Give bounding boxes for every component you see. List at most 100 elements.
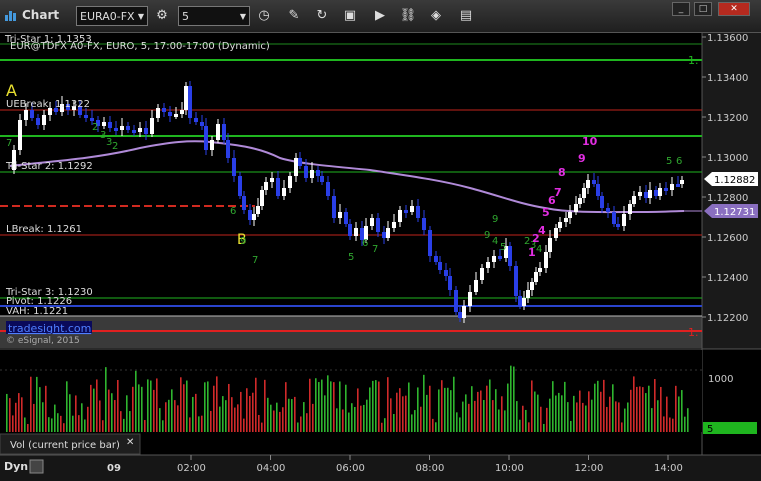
volume-bar: [657, 400, 659, 432]
candle-body: [680, 180, 684, 184]
close-button[interactable]: ✕: [718, 2, 750, 16]
volume-tick: 1000: [708, 374, 733, 385]
volume-bar: [603, 379, 605, 432]
refresh-icon[interactable]: ↻: [312, 6, 332, 26]
volume-bar: [201, 415, 203, 432]
quote-icon[interactable]: ▣: [340, 6, 360, 26]
volume-bar: [207, 381, 209, 432]
volume-bar: [396, 392, 398, 432]
candle-body: [398, 210, 402, 222]
candle-body: [492, 256, 496, 262]
candle-body: [404, 210, 408, 213]
candle-body: [434, 256, 438, 262]
volume-bar: [660, 386, 662, 432]
volume-bar: [555, 395, 557, 432]
volume-bar: [135, 370, 137, 432]
volume-bar: [198, 416, 200, 432]
volume-bar: [564, 381, 566, 432]
volume-bar: [474, 400, 476, 432]
volume-bar: [225, 400, 227, 432]
interval-input[interactable]: 5 ▼: [178, 6, 250, 26]
candle-body: [638, 192, 642, 196]
candle-body: [102, 122, 106, 126]
symbol-input[interactable]: EURA0-FX ▼: [76, 6, 148, 26]
volume-bar: [165, 402, 167, 432]
time-tick-label: 06:00: [336, 463, 365, 474]
pencil-icon[interactable]: ✎: [284, 6, 304, 26]
green-count: 7: [6, 138, 12, 149]
volume-bar: [609, 396, 611, 432]
candle-body: [144, 128, 148, 134]
volume-bar: [351, 403, 353, 432]
time-tick-label: 14:00: [654, 463, 683, 474]
volume-study-label[interactable]: Vol (current price bar): [10, 440, 120, 451]
candle-body: [410, 206, 414, 212]
candle-body: [354, 228, 358, 236]
link-icon[interactable]: ⛓: [398, 6, 418, 26]
volume-bar: [642, 387, 644, 432]
volume-bar: [318, 382, 320, 432]
volume-bar: [123, 418, 125, 432]
chevron-down-icon[interactable]: ▼: [240, 7, 246, 27]
tag-icon[interactable]: ◈: [426, 6, 446, 26]
volume-bar: [90, 384, 92, 432]
volume-bar: [594, 383, 596, 432]
candle-body: [606, 208, 610, 212]
maximize-button[interactable]: □: [694, 2, 712, 16]
volume-bar: [429, 385, 431, 432]
volume-bar: [288, 398, 290, 432]
candle-body: [468, 292, 472, 306]
candle-body: [162, 108, 166, 112]
volume-bar: [576, 402, 578, 432]
settings-gear-icon[interactable]: ⚙: [152, 6, 172, 26]
candle-body: [194, 118, 198, 122]
magenta-count: 9: [578, 152, 586, 165]
clock-icon[interactable]: ◷: [254, 6, 274, 26]
volume-bar: [636, 386, 638, 432]
candle-body: [42, 115, 46, 125]
candle-body: [574, 204, 578, 212]
volume-bar: [678, 396, 680, 432]
volume-bar: [471, 386, 473, 432]
interval-value: 5: [182, 10, 189, 23]
volume-bar: [33, 403, 35, 432]
chevron-down-icon[interactable]: ▼: [138, 7, 144, 27]
volume-bar: [75, 395, 77, 432]
close-icon[interactable]: ✕: [126, 437, 134, 448]
marker-a: A: [6, 81, 17, 100]
candle-body: [114, 128, 118, 131]
candle-body: [320, 176, 324, 182]
candle-body: [18, 120, 22, 150]
volume-bar: [405, 395, 407, 432]
candle-body: [30, 110, 34, 118]
candle-body: [448, 276, 452, 290]
dynamic-mode-label[interactable]: Dyn: [4, 460, 28, 473]
candle-body: [518, 296, 522, 306]
candle-body: [544, 252, 548, 268]
volume-bar: [99, 400, 101, 432]
window-toolbar: Chart EURA0-FX ▼ ⚙ 5 ▼ ◷ ✎ ↻ ▣ ▶ ⛓ ◈ ▤ _…: [0, 0, 761, 33]
volume-bar: [537, 394, 539, 432]
volume-bar: [381, 422, 383, 432]
volume-bar: [531, 380, 533, 432]
candle-body: [226, 140, 230, 158]
zoom-icon[interactable]: [29, 459, 44, 474]
candle-body: [568, 212, 572, 218]
volume-bar: [303, 402, 305, 432]
play-icon[interactable]: ▶: [370, 6, 390, 26]
volume-bar: [522, 405, 524, 432]
chart-canvas[interactable]: Tri-Star 1: 1.1353 EUR@TDFX A0-FX, EURO,…: [0, 33, 761, 481]
volume-bar: [276, 402, 278, 432]
green-count: 2: [112, 141, 118, 152]
minimize-button[interactable]: _: [672, 2, 690, 16]
volume-bar: [507, 383, 509, 432]
candle-body: [264, 182, 268, 190]
volume-bar: [498, 409, 500, 432]
volume-bar: [540, 406, 542, 432]
candle-body: [548, 238, 552, 252]
volume-bar: [672, 418, 674, 432]
candle-body: [168, 112, 172, 116]
comment-icon[interactable]: ▤: [456, 6, 476, 26]
green-count: 7: [252, 255, 258, 266]
watermark-link[interactable]: tradesight.com: [8, 322, 91, 335]
